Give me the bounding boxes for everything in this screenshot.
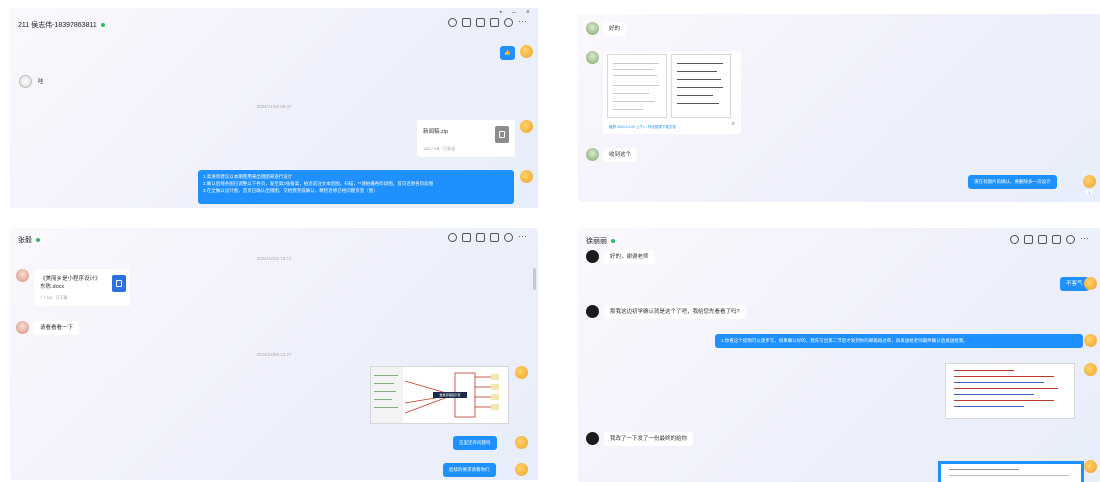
chat-window-2: 好的 截屏 2024-12-05 上午1 - 样品整理下载文档 ⌕ 收到这个 请… — [578, 14, 1100, 202]
avatar[interactable] — [515, 463, 528, 476]
chat-header: 徐丽丽 ··· — [578, 228, 1100, 260]
document-page-thumbnail[interactable] — [607, 54, 667, 118]
message-bubble[interactable]: 那我这边初学确认就是这个了吧，我给您先看看了吗? — [604, 305, 746, 319]
more-icon[interactable]: ··· — [518, 232, 530, 242]
message-icon[interactable] — [476, 233, 485, 242]
thumbs-up-sticker[interactable]: 👍 — [500, 46, 515, 60]
message-bubble[interactable]: 好的 — [603, 22, 627, 36]
minimize-button[interactable]: – — [512, 9, 516, 16]
timestamp: 2024/12/05 13:27 — [256, 352, 292, 357]
avatar[interactable] — [586, 148, 599, 161]
timestamp: 2024/11/28 09:47 — [256, 104, 292, 109]
screen-share-icon[interactable] — [1024, 235, 1033, 244]
phone-icon[interactable] — [1010, 235, 1019, 244]
chat-title: 徐丽丽 — [586, 236, 615, 246]
more-icon[interactable]: ··· — [1080, 234, 1092, 244]
add-member-icon[interactable] — [490, 18, 499, 27]
sidebar-area — [371, 367, 403, 423]
avatar[interactable] — [1084, 460, 1097, 473]
avatar[interactable] — [1084, 363, 1097, 376]
avatar[interactable] — [1084, 334, 1097, 347]
message-bubble[interactable]: 好的，谢谢老师 — [604, 250, 655, 264]
chat-title: 211 侯志伟-18397863811 — [18, 20, 105, 30]
message-text: 哇 — [38, 79, 44, 85]
chat-toolbar: ··· — [448, 17, 530, 27]
chat-toolbar: ··· — [1010, 234, 1092, 244]
message-line: 2.确认后线条图已调整以下各页，发至第3张备案，拍近前注文本后图，扫描，**请拍… — [203, 181, 434, 186]
phone-icon[interactable] — [448, 233, 457, 242]
screen-share-icon[interactable] — [462, 18, 471, 27]
message-bubble[interactable]: 这里还有问题吗 — [453, 436, 497, 450]
avatar[interactable] — [520, 120, 533, 133]
avatar[interactable] — [19, 75, 32, 88]
more-icon[interactable]: ··· — [518, 17, 530, 27]
file-meta: 7.7 KB · 已下载 — [40, 295, 68, 300]
info-icon[interactable] — [504, 233, 513, 242]
file-name: 东陈.docx — [40, 284, 65, 290]
avatar[interactable] — [16, 269, 29, 282]
avatar[interactable] — [586, 22, 599, 35]
file-name: 新闻稿.zip — [423, 129, 449, 135]
image-caption-link[interactable]: 截屏 2024-12-05 上午1 - 样品整理下载文档 — [609, 125, 676, 130]
message-bubble[interactable]: 后续的要求请看你们 — [443, 463, 496, 477]
avatar[interactable] — [515, 366, 528, 379]
message-icon[interactable] — [476, 18, 485, 27]
file-meta: 126.7 KB · 已发送 — [423, 146, 456, 151]
window-controls: ▪ – × — [500, 9, 530, 16]
phone-icon[interactable] — [448, 18, 457, 27]
screen-share-icon[interactable] — [462, 233, 471, 242]
avatar[interactable] — [520, 45, 533, 58]
info-icon[interactable] — [504, 18, 513, 27]
message-bubble[interactable]: 我改了一下发了一份最终的给你 — [604, 432, 694, 446]
zip-file-icon — [495, 126, 509, 143]
message-bubble[interactable]: 请在有图片前确认，要删除多一页设计 — [968, 175, 1057, 189]
word-file-icon — [112, 275, 126, 292]
chat-window-4: 徐丽丽 ··· 好的，谢谢老师 不客气 那我这边初学确认就是这个了吧，我给您先看… — [578, 228, 1100, 482]
document-image-selected[interactable] — [938, 461, 1084, 482]
info-icon[interactable] — [1066, 235, 1075, 244]
avatar[interactable] — [515, 436, 528, 449]
document-page-thumbnail[interactable] — [671, 54, 731, 118]
avatar[interactable] — [586, 51, 599, 64]
image-message[interactable]: 数据流程图示意 — [370, 366, 509, 424]
message-bubble[interactable]: 收到这个 — [603, 148, 638, 162]
avatar[interactable] — [1084, 277, 1097, 290]
message-icon[interactable] — [1038, 235, 1047, 244]
scrollbar[interactable] — [533, 268, 536, 290]
pin-button[interactable]: ▪ — [500, 9, 502, 16]
avatar[interactable] — [1083, 175, 1096, 188]
close-button[interactable]: × — [526, 9, 530, 16]
chat-toolbar: ··· — [448, 232, 530, 242]
diagram-label: 数据流程图示意 — [433, 392, 467, 398]
message-bubble[interactable]: 1.高清单建议以本期使用来出镜图来进行设计 2.确认后线条图已调整以下各页，发至… — [198, 170, 514, 204]
document-image[interactable] — [945, 363, 1075, 419]
add-member-icon[interactable] — [490, 233, 499, 242]
online-status-dot — [611, 239, 615, 244]
avatar[interactable] — [16, 321, 29, 334]
add-member-icon[interactable] — [1052, 235, 1061, 244]
avatar[interactable] — [520, 170, 533, 183]
chat-window-1: 211 侯志伟-18397863811 ▪ – × ··· 👍 哇 2024/1… — [10, 8, 538, 208]
message-line: 1.高清单建议以本期使用来出镜图来进行设计 — [203, 174, 293, 179]
message-bubble[interactable]: 1.你看这个提纲可以逐步写，如果确认好的，我先写出第二节后才发到你的邮箱再过审，… — [715, 334, 1083, 348]
read-receipt-badge: 1 — [1086, 190, 1093, 195]
github-avatar-icon[interactable] — [586, 250, 599, 263]
image-message-card[interactable]: 截屏 2024-12-05 上午1 - 样品整理下载文档 ⌕ — [603, 51, 741, 134]
file-card[interactable]: 《美丽乡是小程序设计》 东陈.docx 7.7 KB · 已下载 — [34, 269, 130, 306]
online-status-dot — [100, 23, 105, 28]
file-card[interactable]: 新闻稿.zip 126.7 KB · 已发送 — [417, 120, 515, 157]
github-avatar-icon[interactable] — [586, 432, 599, 445]
online-status-dot — [36, 238, 40, 243]
message-bubble[interactable]: 请看看看一下 — [34, 321, 80, 335]
file-name: 《美丽乡是小程序设计》 — [40, 276, 101, 282]
chat-window-3: 张毅 ··· 2024/12/02 16:11 《美丽乡是小程序设计》 东陈.d… — [10, 228, 538, 480]
chat-header: 211 侯志伟-18397863811 ▪ – × ··· — [10, 8, 538, 40]
github-avatar-icon[interactable] — [586, 305, 599, 318]
message-line: 3.在全做以设计图，首页已确认出镜图，交给我完成确认，精检近修已经问题页签（图） — [203, 188, 378, 193]
chat-title: 张毅 — [18, 235, 40, 245]
zoom-icon[interactable]: ⌕ — [732, 121, 735, 128]
timestamp: 2024/12/02 16:11 — [256, 256, 292, 261]
